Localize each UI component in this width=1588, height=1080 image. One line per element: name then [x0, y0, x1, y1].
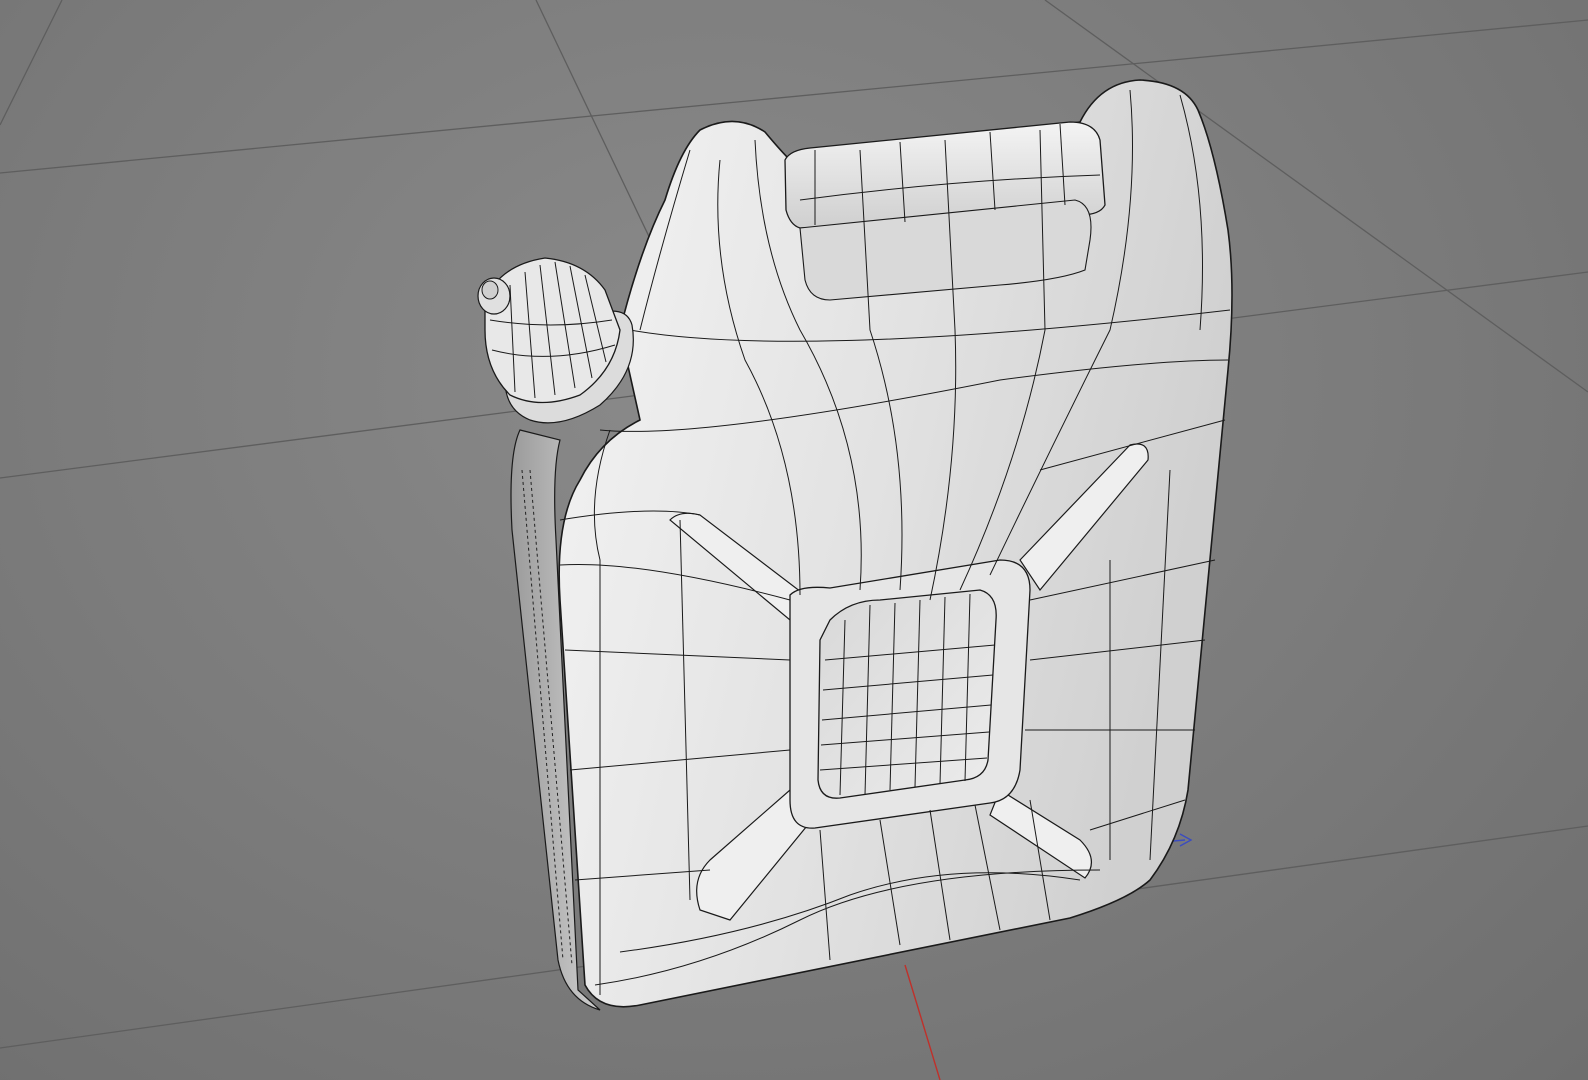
jerrycan-cap[interactable]	[477, 257, 634, 424]
viewport-3d[interactable]	[0, 0, 1588, 1080]
cap-nozzle-tip	[481, 280, 499, 300]
axis-x-line	[904, 964, 941, 1080]
viewport-scene[interactable]	[0, 0, 1588, 1080]
jerrycan-model[interactable]	[477, 79, 1233, 1011]
